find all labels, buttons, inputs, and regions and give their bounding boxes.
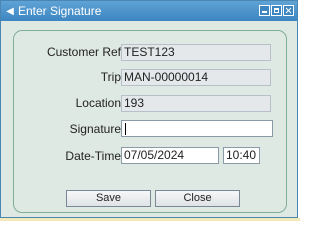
customer-ref-field: TEST123 (121, 44, 271, 61)
location-field: 193 (121, 95, 271, 112)
date-input[interactable]: 07/05/2024 (121, 147, 219, 164)
background-strip (0, 218, 300, 221)
title-bar[interactable]: ◀ Enter Signature (1, 1, 297, 21)
trip-label: Trip (100, 70, 121, 84)
datetime-label: Date-Time (65, 149, 121, 163)
window-controls (259, 5, 294, 16)
minimize-icon[interactable] (259, 5, 270, 16)
trip-field: MAN-00000014 (121, 69, 271, 86)
close-button[interactable]: Close (155, 190, 240, 207)
maximize-icon[interactable] (271, 5, 282, 16)
enter-signature-dialog: ◀ Enter Signature Customer Ref TEST123 T… (0, 0, 298, 218)
app-icon: ◀ (6, 5, 14, 17)
form-panel: Customer Ref TEST123 Trip MAN-00000014 L… (13, 30, 287, 213)
time-input[interactable]: 10:40 (223, 147, 260, 164)
signature-label: Signature (69, 122, 121, 136)
save-button[interactable]: Save (66, 190, 151, 207)
text-cursor (125, 122, 126, 135)
customer-ref-label: Customer Ref (46, 45, 121, 59)
window-title: Enter Signature (18, 4, 102, 18)
close-icon[interactable] (283, 5, 294, 16)
signature-input[interactable] (121, 120, 273, 137)
location-label: Location (75, 96, 121, 110)
